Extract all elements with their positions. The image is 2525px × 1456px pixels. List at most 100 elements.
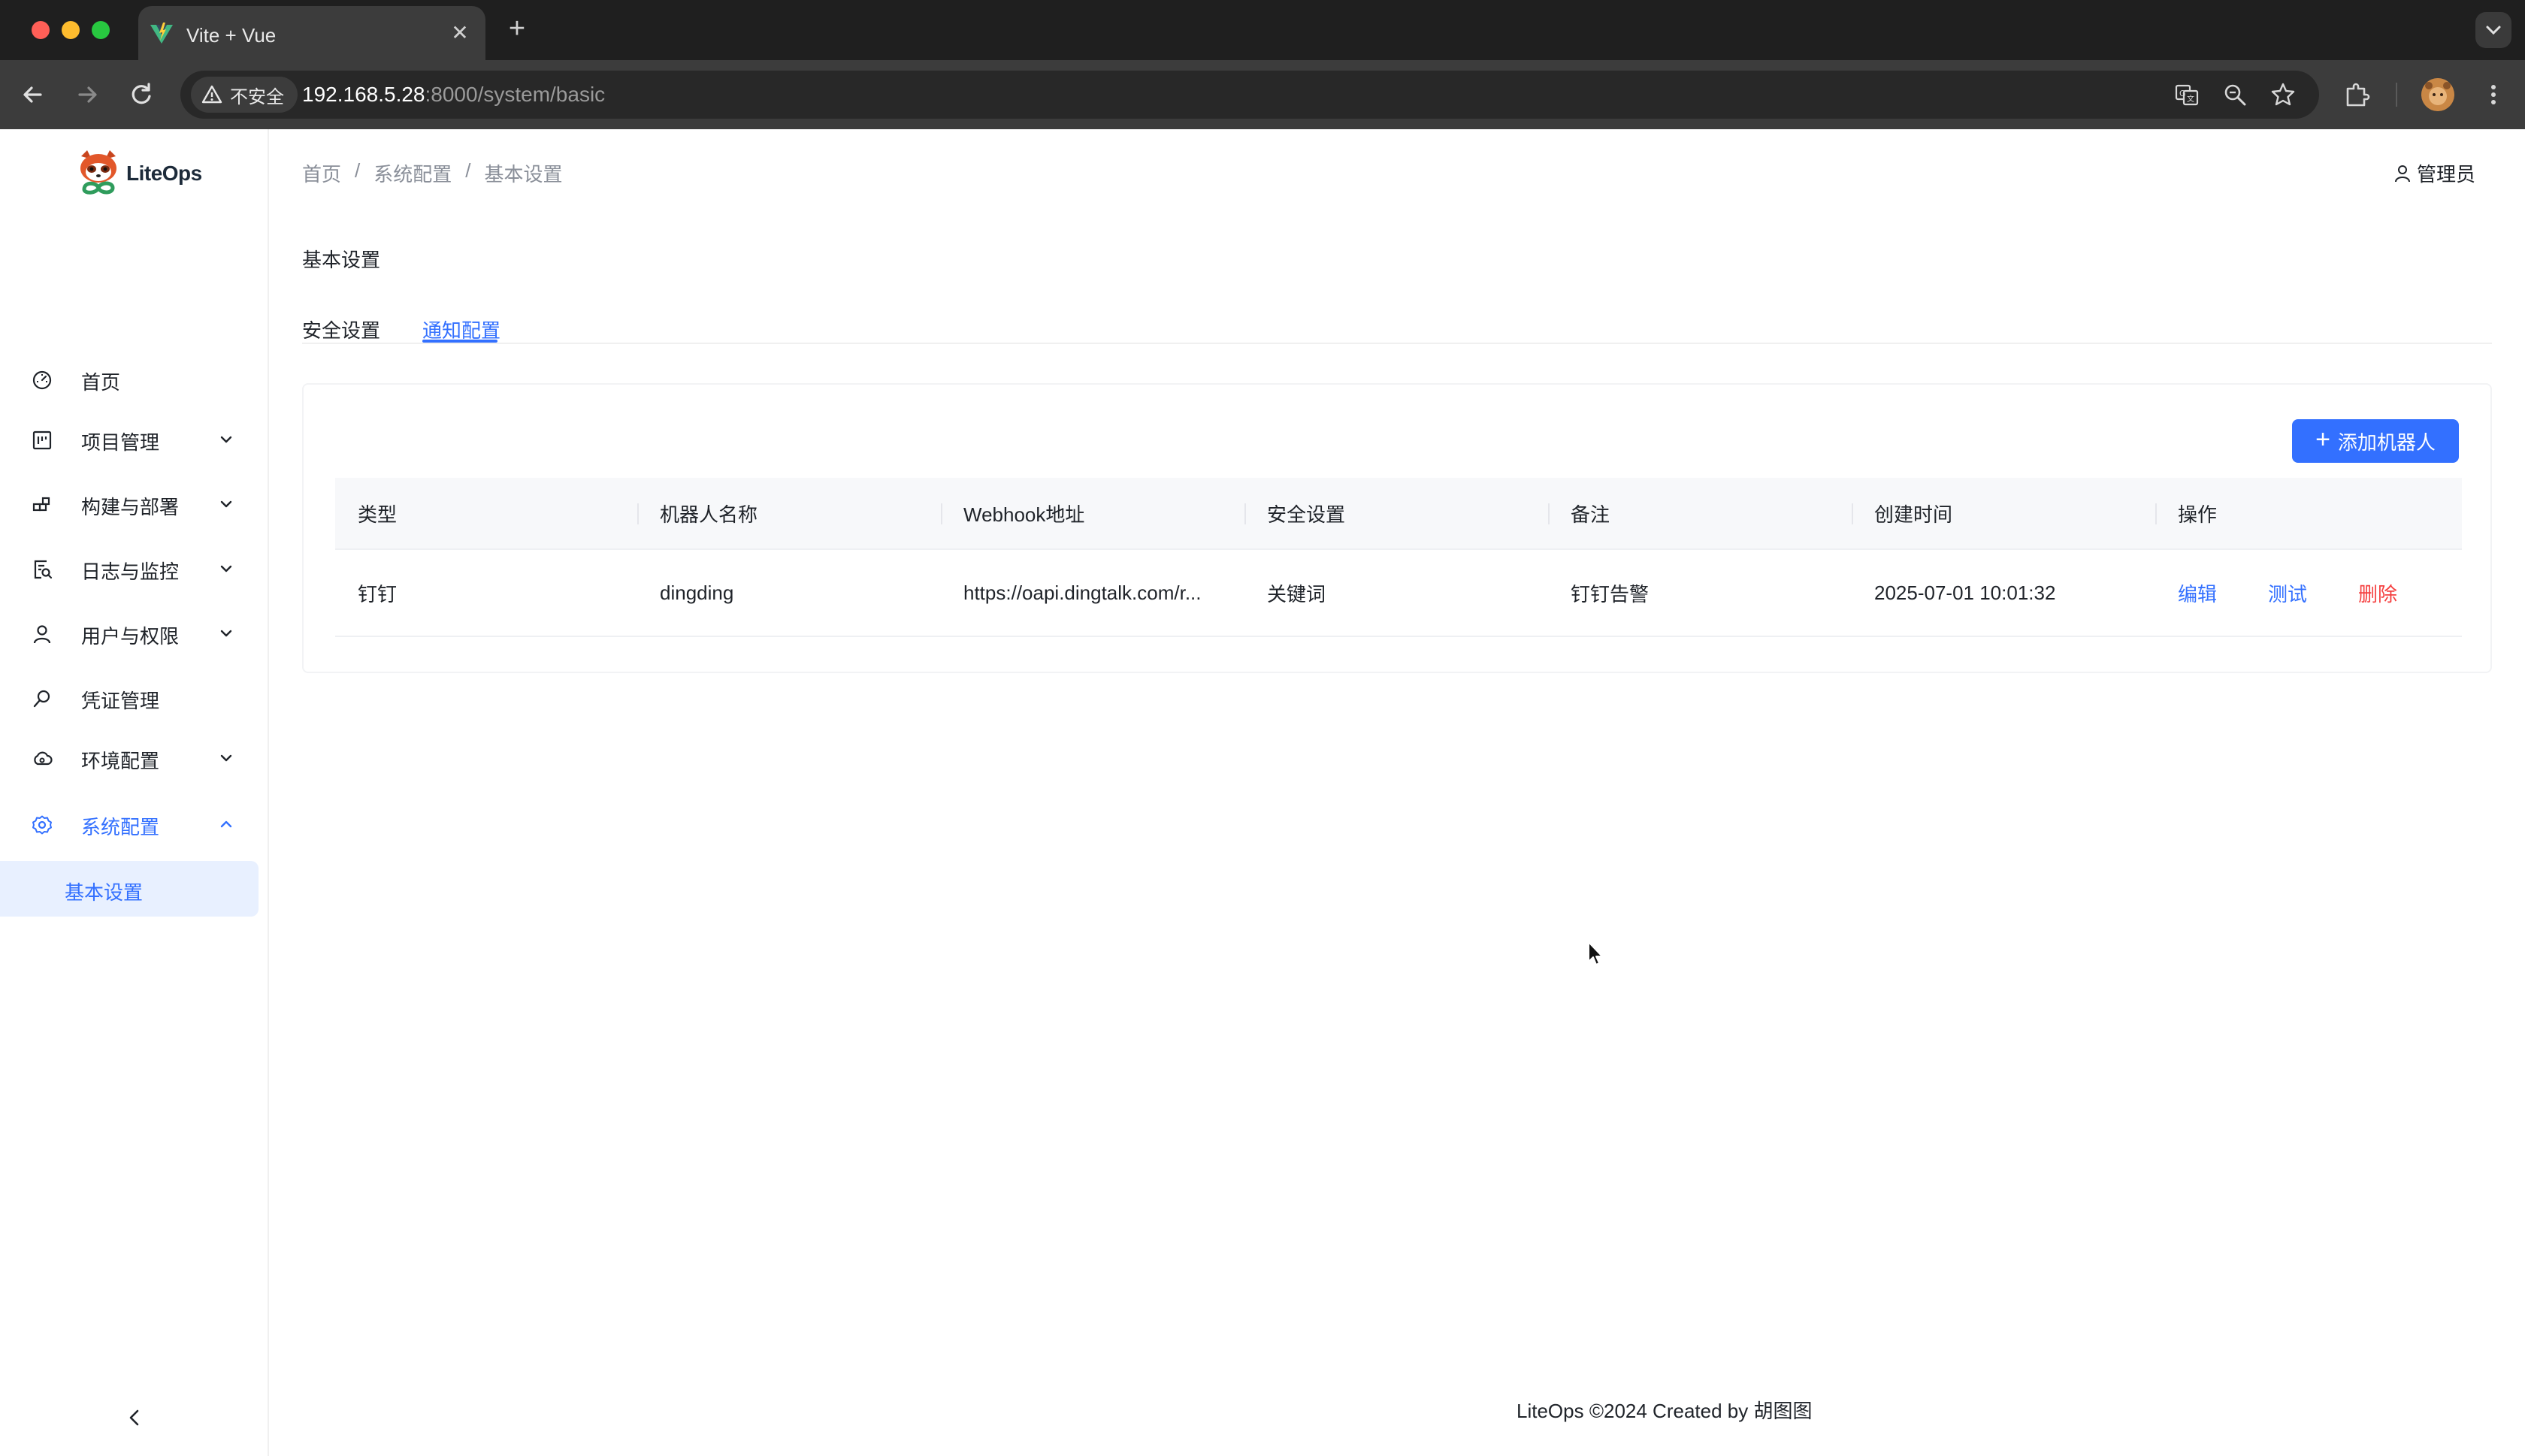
breadcrumb-separator: / <box>355 159 361 182</box>
avatar-icon <box>2421 78 2454 111</box>
key-icon <box>33 690 50 708</box>
sidebar-item-users-permissions[interactable]: 用户与权限 <box>0 604 259 661</box>
sidebar-item-label: 首页 <box>81 371 121 394</box>
sidebar-item-build-deploy[interactable]: 构建与部署 <box>0 475 259 532</box>
back-icon[interactable] <box>15 77 51 113</box>
active-tab-indicator <box>422 340 497 343</box>
column-header-remark: 备注 <box>1550 478 1853 548</box>
main-content: 首页 / 系统配置 / 基本设置 管理员 基本设置 安全设置 通知配置 + 添加… <box>269 129 2525 1456</box>
close-tab-icon[interactable]: ✕ <box>446 20 473 47</box>
page-title: 基本设置 <box>302 249 381 271</box>
cloud-icon <box>34 751 53 766</box>
mouse-cursor-icon <box>1588 941 1603 965</box>
window-maximize-button[interactable] <box>92 21 110 39</box>
table-row: 钉钉 dingding https://oapi.dingtalk.com/r.… <box>335 550 2462 637</box>
column-header-actions: 操作 <box>2178 503 2218 526</box>
collapse-sidebar-icon[interactable] <box>123 1406 146 1429</box>
breadcrumb-current: 基本设置 <box>484 163 563 186</box>
red-panda-logo-icon <box>80 150 116 195</box>
app-logo-text: LiteOps <box>126 162 202 185</box>
bookmark-star-icon[interactable] <box>2269 81 2297 108</box>
log-monitor-icon <box>34 560 53 579</box>
security-label: 不安全 <box>230 86 284 107</box>
chevron-down-icon <box>220 436 232 443</box>
cell-created: 2025-07-01 10:01:32 <box>1874 581 2056 604</box>
robot-table: 类型 机器人名称 Webhook地址 安全设置 备注 创建时间 操作 钉钉 di… <box>335 478 2462 637</box>
security-indicator[interactable]: 不安全 <box>191 77 298 113</box>
window-close-button[interactable] <box>32 21 50 39</box>
window-minimize-button[interactable] <box>62 21 80 39</box>
sidebar-item-logs-monitoring[interactable]: 日志与监控 <box>0 539 259 597</box>
edit-button[interactable]: 编辑 <box>2178 579 2217 607</box>
cell-actions: 编辑 测试 删除 <box>2157 550 2462 636</box>
vite-logo-icon <box>150 23 173 44</box>
table-header: 类型 机器人名称 Webhook地址 安全设置 备注 创建时间 操作 <box>335 478 2462 550</box>
sidebar-item-system-config[interactable]: 系统配置 <box>0 795 259 852</box>
column-header-created: 创建时间 <box>1853 478 2157 548</box>
footer-text: LiteOps ©2024 Created by 胡图图 <box>1517 1400 1813 1422</box>
toolbar-separator <box>2396 83 2397 107</box>
sidebar: LiteOps 首页 项目管理 构建与部署 日志与监控 用户与权限 凭证管理 环… <box>0 129 269 1456</box>
browser-tab-bar: Vite + Vue ✕ + <box>0 0 2525 60</box>
sidebar-item-home[interactable]: 首页 <box>0 350 259 407</box>
new-tab-button[interactable]: + <box>502 14 532 44</box>
dashboard-icon <box>32 370 52 390</box>
browser-tab[interactable]: Vite + Vue ✕ <box>138 6 485 60</box>
sidebar-item-label: 构建与部署 <box>81 496 180 518</box>
chevron-down-icon <box>220 500 232 508</box>
column-header-security: 安全设置 <box>1246 478 1550 548</box>
translate-icon[interactable]: G文 <box>2173 81 2200 108</box>
reload-icon[interactable] <box>123 77 159 113</box>
project-icon <box>32 430 52 450</box>
breadcrumb: 首页 / 系统配置 / 基本设置 <box>302 159 563 187</box>
sidebar-item-environments[interactable]: 环境配置 <box>0 729 259 786</box>
svg-text:文: 文 <box>2187 94 2194 104</box>
chevron-down-icon <box>220 754 232 762</box>
chevron-down-icon <box>2486 26 2501 35</box>
sidebar-item-label: 日志与监控 <box>81 560 180 583</box>
url-host: 192.168.5.28 <box>302 83 425 106</box>
tab-search-button[interactable] <box>2475 12 2511 48</box>
sidebar-item-label: 项目管理 <box>81 431 160 454</box>
sidebar-item-label: 环境配置 <box>81 750 160 772</box>
app-logo[interactable]: LiteOps <box>75 149 202 198</box>
settings-tabs: 安全设置 通知配置 <box>302 299 2492 344</box>
cell-name: dingding <box>660 581 734 604</box>
breadcrumb-system-config[interactable]: 系统配置 <box>373 159 452 187</box>
plus-icon: + <box>2315 425 2330 454</box>
cell-remark: 钉钉告警 <box>1571 582 1650 606</box>
chevron-up-icon <box>220 820 232 828</box>
breadcrumb-home[interactable]: 首页 <box>302 159 341 187</box>
user-name: 管理员 <box>2416 163 2475 186</box>
robot-list-card: + 添加机器人 类型 机器人名称 Webhook地址 安全设置 备注 创建时间 … <box>302 383 2492 673</box>
profile-avatar[interactable] <box>2421 78 2454 111</box>
user-icon <box>2394 165 2410 182</box>
delete-button[interactable]: 删除 <box>2358 579 2397 607</box>
sidebar-item-projects[interactable]: 项目管理 <box>0 410 259 467</box>
gear-icon <box>32 815 52 835</box>
cell-type: 钉钉 <box>358 582 398 606</box>
browser-menu-icon[interactable] <box>2477 78 2510 111</box>
sidebar-subitem-basic-settings[interactable]: 基本设置 <box>0 861 259 917</box>
warning-icon <box>201 85 222 104</box>
zoom-icon[interactable] <box>2221 81 2248 108</box>
browser-toolbar: 不安全 192.168.5.28:8000/system/basic G文 <box>0 60 2525 129</box>
sidebar-item-credentials[interactable]: 凭证管理 <box>0 669 259 726</box>
column-header-name: 机器人名称 <box>639 478 942 548</box>
forward-icon[interactable] <box>69 77 105 113</box>
test-button[interactable]: 测试 <box>2268 579 2307 607</box>
cell-webhook: https://oapi.dingtalk.com/r... <box>963 581 1202 604</box>
user-menu[interactable]: 管理员 <box>2393 159 2475 187</box>
address-bar[interactable]: 不安全 192.168.5.28:8000/system/basic G文 <box>180 71 2319 119</box>
svg-text:G: G <box>2179 89 2186 98</box>
tab-security-settings[interactable]: 安全设置 <box>302 316 380 343</box>
breadcrumb-separator: / <box>465 159 471 182</box>
extensions-icon[interactable] <box>2340 78 2373 111</box>
url-text[interactable]: 192.168.5.28:8000/system/basic <box>302 83 605 107</box>
column-header-type: 类型 <box>335 478 639 548</box>
url-path: :8000/system/basic <box>425 83 606 106</box>
add-robot-label: 添加机器人 <box>2337 430 2436 454</box>
deploy-icon <box>32 497 50 512</box>
user-icon <box>33 625 51 644</box>
add-robot-button[interactable]: + 添加机器人 <box>2292 419 2459 463</box>
